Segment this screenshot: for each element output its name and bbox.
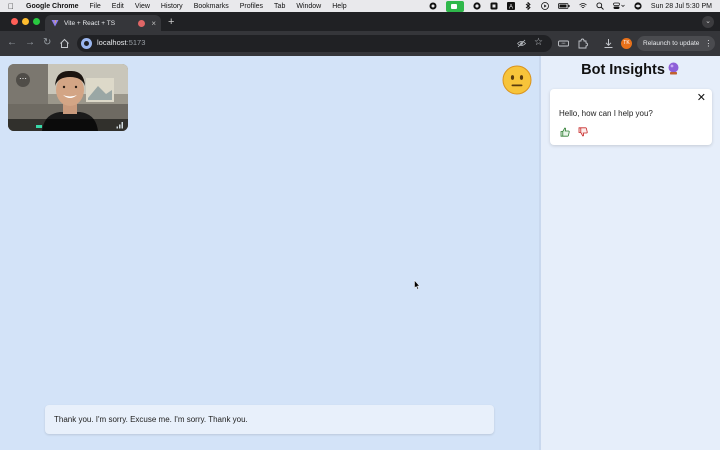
macos-menu-bar:  Google Chrome File Edit View History B…	[0, 0, 720, 12]
video-tile-menu-icon[interactable]: ⋯	[16, 73, 30, 87]
thumbs-down-icon[interactable]	[578, 127, 588, 137]
facetime-icon[interactable]	[445, 0, 464, 12]
browser-tab-active[interactable]: Vite + React + TS ×	[45, 15, 161, 31]
record-indicator-icon[interactable]	[429, 2, 437, 10]
new-tab-button[interactable]: +	[168, 16, 174, 28]
url-port: :5173	[126, 38, 146, 47]
tab-search-button[interactable]: ⌄	[702, 16, 714, 28]
vpn-icon[interactable]	[490, 2, 498, 10]
web-page: ⋯ Thank you. I'm sorry. Excuse me. I'm s…	[0, 56, 720, 450]
user-video-tile[interactable]: ⋯	[8, 64, 128, 131]
address-url: localhost:5173	[97, 38, 145, 47]
menubar-clock[interactable]: Sun 28 Jul 5:30 PM	[651, 3, 712, 10]
window-minimize-button[interactable]	[22, 18, 29, 25]
wifi-icon[interactable]	[579, 2, 587, 10]
close-icon[interactable]: ✕	[697, 93, 706, 104]
site-info-icon[interactable]	[81, 38, 92, 49]
menu-profiles[interactable]: Profiles	[240, 3, 263, 10]
password-manager-icon[interactable]: ***	[558, 38, 569, 49]
bot-message-card: ✕ Hello, how can I help you?	[550, 89, 712, 145]
crystal-ball-icon	[668, 62, 679, 75]
address-bar[interactable]: localhost:5173 ☆	[77, 35, 552, 52]
svg-text:***: ***	[561, 42, 566, 46]
call-area: ⋯ Thank you. I'm sorry. Excuse me. I'm s…	[0, 56, 539, 450]
sidebar-title-text: Bot Insights	[581, 62, 665, 78]
back-arrow-icon[interactable]: ←	[7, 38, 17, 48]
eye-off-icon[interactable]	[517, 39, 526, 48]
mic-level-meter	[36, 125, 42, 128]
profile-avatar[interactable]: TK	[621, 38, 632, 49]
menu-file[interactable]: File	[90, 3, 101, 10]
neutral-face-icon	[502, 65, 532, 95]
svg-text:A: A	[509, 5, 513, 11]
transcript-caption: Thank you. I'm sorry. Excuse me. I'm sor…	[45, 405, 494, 434]
siri-icon[interactable]	[634, 2, 642, 10]
tab-title: Vite + React + TS	[64, 19, 116, 27]
menu-app-name[interactable]: Google Chrome	[26, 3, 79, 10]
bot-message-text: Hello, how can I help you?	[559, 109, 653, 118]
play-icon[interactable]	[541, 2, 549, 10]
signal-strength-icon	[116, 122, 123, 129]
menu-bookmarks[interactable]: Bookmarks	[194, 3, 229, 10]
control-center-icon[interactable]	[613, 2, 625, 10]
thumbs-up-icon[interactable]	[560, 127, 570, 137]
browser-tab-strip: Vite + React + TS × + ⌄	[0, 12, 720, 31]
menu-history[interactable]: History	[161, 3, 183, 10]
status-area: A Sun 28 Jul 5:30 PM	[429, 0, 712, 12]
menu-view[interactable]: View	[135, 3, 150, 10]
bot-insights-sidebar: Bot Insights ✕ Hello, how can I help you…	[539, 56, 720, 450]
download-icon[interactable]	[603, 38, 614, 49]
video-tile-footer	[8, 119, 128, 131]
menu-window[interactable]: Window	[296, 3, 321, 10]
bluetooth-icon[interactable]	[524, 2, 532, 10]
vite-favicon-icon	[51, 20, 59, 27]
window-close-button[interactable]	[11, 18, 18, 25]
sidebar-title: Bot Insights	[541, 62, 720, 78]
relaunch-label: Relaunch to update	[643, 40, 700, 47]
reload-icon[interactable]: ↻	[43, 38, 51, 48]
browser-toolbar: ← → ↻ localhost:5173 ☆ *** TK Relaunch t…	[0, 31, 720, 56]
search-icon[interactable]	[596, 2, 604, 10]
menu-edit[interactable]: Edit	[112, 3, 124, 10]
bookmark-star-icon[interactable]: ☆	[534, 37, 543, 48]
home-icon[interactable]	[59, 38, 70, 49]
relaunch-to-update-button[interactable]: Relaunch to update ⋮	[637, 36, 715, 51]
chrome-menu-icon[interactable]: ⋮	[704, 39, 712, 48]
extensions-puzzle-icon[interactable]	[577, 38, 588, 49]
tab-close-icon[interactable]: ×	[151, 19, 156, 28]
window-zoom-button[interactable]	[33, 18, 40, 25]
input-source-icon[interactable]: A	[506, 2, 515, 11]
apple-icon[interactable]: 	[8, 2, 18, 11]
menu-help[interactable]: Help	[332, 3, 346, 10]
menu-tab[interactable]: Tab	[274, 3, 285, 10]
mouse-cursor-icon	[414, 280, 420, 290]
forward-arrow-icon[interactable]: →	[25, 38, 35, 48]
tab-recording-icon	[138, 19, 146, 27]
creative-cloud-icon[interactable]	[473, 2, 481, 10]
url-host: localhost	[97, 38, 127, 47]
battery-icon[interactable]	[558, 2, 570, 10]
